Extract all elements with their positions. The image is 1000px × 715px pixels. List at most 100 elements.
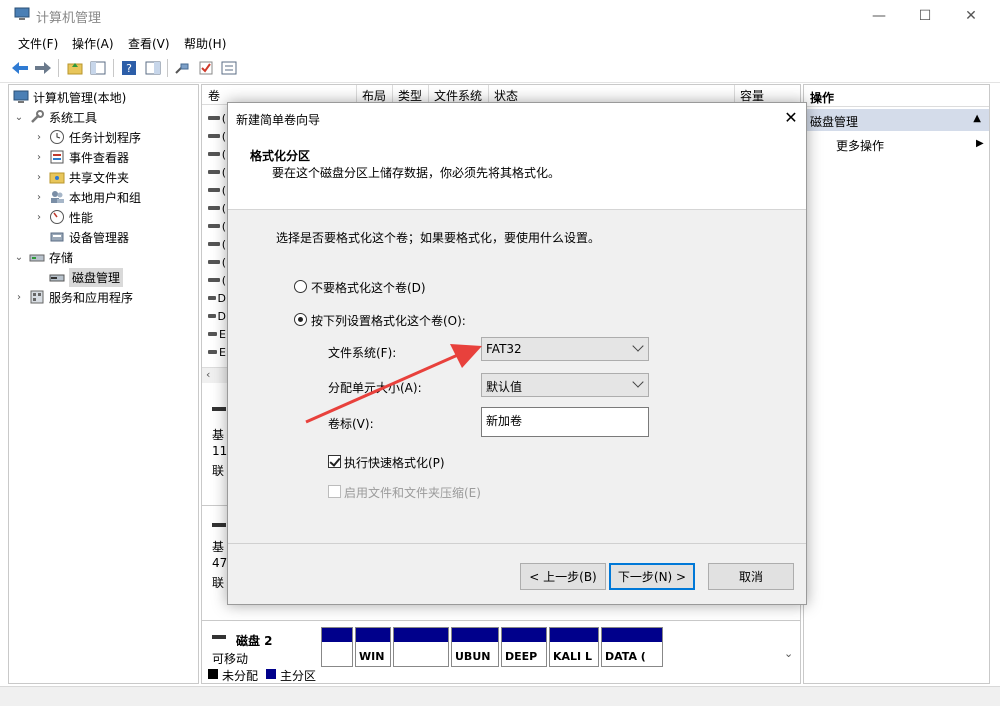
menu-file[interactable]: 文件(F) bbox=[18, 35, 58, 52]
tree-item-disk-management[interactable]: 磁盘管理 bbox=[49, 267, 124, 287]
properties-check-icon[interactable] bbox=[196, 58, 216, 78]
maximize-button[interactable]: ☐ bbox=[902, 0, 948, 31]
allocation-unit-value: 默认值 bbox=[486, 380, 523, 394]
chevron-down-icon[interactable]: ⌄ bbox=[13, 112, 25, 123]
dialog-close-icon[interactable]: ✕ bbox=[780, 107, 802, 129]
allocation-unit-select[interactable]: 默认值 bbox=[481, 373, 649, 397]
storage-icon bbox=[29, 249, 45, 265]
tree-item-performance[interactable]: › 性能 bbox=[33, 207, 93, 227]
device-manager-icon bbox=[49, 229, 65, 245]
tree-root[interactable]: 计算机管理(本地) bbox=[13, 87, 126, 107]
show-pane-icon[interactable] bbox=[143, 58, 163, 78]
chevron-right-icon[interactable]: › bbox=[33, 192, 45, 203]
volume-row[interactable]: D bbox=[208, 309, 226, 323]
chevron-right-icon[interactable]: › bbox=[33, 172, 45, 183]
svg-text:?: ? bbox=[126, 62, 132, 75]
actions-pane: 操作 磁盘管理 ▲ 更多操作 ▶ bbox=[803, 84, 990, 684]
volume-row[interactable]: E bbox=[208, 345, 226, 359]
tree-item-label: 设备管理器 bbox=[69, 230, 130, 245]
back-button[interactable]: < 上一步(B) bbox=[520, 563, 606, 590]
scroll-left-icon[interactable]: ‹ bbox=[206, 368, 210, 381]
disk1-glyph bbox=[212, 523, 226, 527]
tree-item-event-viewer[interactable]: › 事件查看器 bbox=[33, 147, 129, 167]
event-viewer-icon bbox=[49, 149, 65, 165]
chevron-right-icon[interactable]: › bbox=[33, 152, 45, 163]
chevron-down-icon[interactable]: ⌄ bbox=[13, 252, 25, 263]
tree-item-label: 共享文件夹 bbox=[69, 170, 130, 185]
help-icon[interactable]: ? bbox=[119, 58, 139, 78]
partition-6[interactable]: KALI L bbox=[549, 627, 599, 667]
tree-item-system-tools[interactable]: ⌄ 系统工具 bbox=[13, 107, 97, 127]
back-arrow-icon[interactable] bbox=[10, 58, 30, 78]
partition-4[interactable]: UBUN bbox=[451, 627, 499, 667]
legend-primary-label: 主分区 bbox=[280, 669, 317, 683]
legend-unallocated-swatch bbox=[208, 669, 218, 679]
volume-row[interactable]: ( bbox=[208, 237, 226, 251]
volume-row[interactable]: ( bbox=[208, 183, 226, 197]
dialog-intro: 选择是否要格式化这个卷；如果要格式化，要使用什么设置。 bbox=[276, 231, 601, 245]
more-actions[interactable]: 更多操作 bbox=[836, 137, 884, 154]
actions-section-disk-management[interactable]: 磁盘管理 ▲ bbox=[804, 109, 989, 131]
partition-1[interactable] bbox=[321, 627, 353, 667]
list-view-icon[interactable] bbox=[219, 58, 239, 78]
volume-row[interactable]: ( bbox=[208, 255, 226, 269]
compression-checkbox[interactable] bbox=[328, 485, 341, 498]
partition-7[interactable]: DATA ( bbox=[601, 627, 663, 667]
services-icon bbox=[29, 289, 45, 305]
partition-5[interactable]: DEEP bbox=[501, 627, 547, 667]
console-tree: 计算机管理(本地) ⌄ 系统工具 › 任务计划程序 › 事件查看器 › 共享文件… bbox=[8, 84, 199, 684]
connect-icon[interactable] bbox=[172, 58, 192, 78]
radio-format[interactable] bbox=[294, 313, 307, 326]
volume-row[interactable]: ( bbox=[208, 273, 226, 287]
tree-item-task-scheduler[interactable]: › 任务计划程序 bbox=[33, 127, 141, 147]
menu-help[interactable]: 帮助(H) bbox=[184, 35, 226, 52]
scroll-down-icon[interactable]: ⌄ bbox=[784, 647, 793, 660]
cancel-button[interactable]: 取消 bbox=[708, 563, 794, 590]
forward-arrow-icon[interactable] bbox=[33, 58, 53, 78]
volume-row[interactable]: ( bbox=[208, 219, 226, 233]
tree-item-local-users[interactable]: › 本地用户和组 bbox=[33, 187, 141, 207]
shared-folder-icon bbox=[49, 169, 65, 185]
users-icon bbox=[49, 189, 65, 205]
volume-row[interactable]: ( bbox=[208, 147, 226, 161]
window-titlebar: 计算机管理 — ☐ ✕ bbox=[0, 0, 1000, 31]
annotation-arrow bbox=[305, 344, 482, 424]
volume-label-input[interactable]: 新加卷 bbox=[481, 407, 649, 437]
tools-icon bbox=[29, 109, 45, 125]
disk2-name: 磁盘 2 bbox=[236, 634, 273, 648]
next-button[interactable]: 下一步(N) > bbox=[609, 563, 695, 590]
volume-row[interactable]: ( bbox=[208, 111, 226, 125]
menu-action[interactable]: 操作(A) bbox=[72, 35, 114, 52]
toolbar: ? bbox=[0, 53, 1000, 83]
column-volume[interactable]: 卷 bbox=[208, 87, 220, 104]
minimize-button[interactable]: — bbox=[856, 0, 902, 31]
quick-format-checkbox[interactable] bbox=[328, 455, 341, 468]
tree-item-services[interactable]: › 服务和应用程序 bbox=[13, 287, 133, 307]
volume-row[interactable]: E bbox=[208, 327, 226, 341]
filesystem-select[interactable]: FAT32 bbox=[481, 337, 649, 361]
volume-row[interactable]: ( bbox=[208, 129, 226, 143]
actions-header: 操作 bbox=[804, 85, 989, 107]
disk-icon bbox=[49, 269, 65, 285]
tree-item-shared-folders[interactable]: › 共享文件夹 bbox=[33, 167, 129, 187]
volume-row[interactable]: ( bbox=[208, 201, 226, 215]
disk2-glyph bbox=[212, 635, 226, 639]
console-tree-icon[interactable] bbox=[88, 58, 108, 78]
tree-item-storage[interactable]: ⌄ 存储 bbox=[13, 247, 73, 267]
radio-no-format[interactable] bbox=[294, 280, 307, 293]
partition-3[interactable] bbox=[393, 627, 449, 667]
volume-row[interactable]: D bbox=[208, 291, 226, 305]
tree-item-device-manager[interactable]: 设备管理器 bbox=[49, 227, 129, 247]
volume-row[interactable]: ( bbox=[208, 165, 226, 179]
chevron-down-icon bbox=[632, 340, 644, 352]
collapse-up-icon[interactable]: ▲ bbox=[973, 113, 981, 124]
chevron-right-icon[interactable]: › bbox=[13, 292, 25, 303]
chevron-right-icon[interactable]: › bbox=[33, 212, 45, 223]
partition-2[interactable]: WIN bbox=[355, 627, 391, 667]
submenu-arrow-icon[interactable]: ▶ bbox=[976, 138, 984, 149]
up-folder-icon[interactable] bbox=[65, 58, 85, 78]
menu-view[interactable]: 查看(V) bbox=[128, 35, 170, 52]
close-button[interactable]: ✕ bbox=[948, 0, 994, 31]
chevron-right-icon[interactable]: › bbox=[33, 132, 45, 143]
performance-icon bbox=[49, 209, 65, 225]
